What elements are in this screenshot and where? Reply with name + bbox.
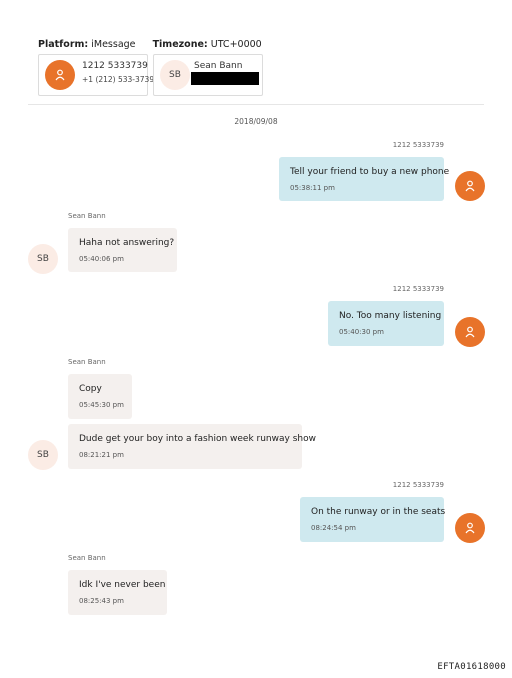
message-time: 05:40:06 pm bbox=[79, 255, 124, 263]
message-text: Idk I've never been bbox=[79, 580, 166, 590]
export-header: Platform: iMessage Timezone: UTC+0000 bbox=[38, 39, 262, 50]
person-icon bbox=[45, 60, 75, 90]
person-icon bbox=[455, 317, 485, 347]
sender-name: Sean Bann bbox=[68, 358, 106, 366]
message-text: Haha not answering? bbox=[79, 238, 175, 248]
platform-value: iMessage bbox=[91, 39, 136, 50]
sender-name: 1212 5333739 bbox=[392, 481, 444, 489]
platform-label: Platform: bbox=[38, 39, 89, 50]
message-text: On the runway or in the seats bbox=[311, 507, 446, 517]
divider bbox=[28, 104, 484, 105]
message-text: No. Too many listening bbox=[339, 311, 442, 321]
avatar: SB bbox=[160, 60, 190, 90]
message-time: 05:38:11 pm bbox=[290, 184, 335, 192]
timezone-label: Timezone: bbox=[152, 39, 208, 50]
message-bubble-incoming: Copy 05:45:30 pm bbox=[68, 374, 132, 419]
message-bubble-incoming: Dude get your boy into a fashion week ru… bbox=[68, 424, 316, 469]
message-text: Dude get your boy into a fashion week ru… bbox=[79, 434, 316, 444]
sender-name: 1212 5333739 bbox=[392, 141, 444, 149]
document-id: EFTA01618000 bbox=[437, 662, 506, 672]
participant-number: +1 (212) 533-3739 bbox=[82, 75, 155, 84]
avatar: SB bbox=[28, 440, 58, 470]
conversation-date: 2018/09/08 bbox=[234, 117, 278, 126]
message-time: 05:45:30 pm bbox=[79, 401, 124, 409]
message-bubble-incoming: Haha not answering? 05:40:06 pm bbox=[68, 228, 177, 272]
message-bubble-incoming: Idk I've never been 08:25:43 pm bbox=[68, 570, 167, 615]
message-time: 05:40:30 pm bbox=[339, 328, 384, 336]
message-time: 08:21:21 pm bbox=[79, 451, 124, 459]
participant-card-2: SB Sean Bann bbox=[153, 54, 263, 96]
message-bubble-outgoing: No. Too many listening 05:40:30 pm bbox=[328, 301, 444, 346]
message-bubble-outgoing: Tell your friend to buy a new phone 05:3… bbox=[279, 157, 449, 201]
sender-name: Sean Bann bbox=[68, 212, 106, 220]
message-bubble-outgoing: On the runway or in the seats 08:24:54 p… bbox=[300, 497, 446, 542]
sender-name: 1212 5333739 bbox=[392, 285, 444, 293]
message-text: Tell your friend to buy a new phone bbox=[290, 167, 450, 177]
redaction-bar bbox=[191, 72, 259, 85]
participant-card-1: 1212 5333739 +1 (212) 533-3739 bbox=[38, 54, 154, 96]
sender-name: Sean Bann bbox=[68, 554, 106, 562]
person-icon bbox=[455, 513, 485, 543]
person-icon bbox=[455, 171, 485, 201]
participant-name: 1212 5333739 bbox=[82, 61, 148, 71]
message-text: Copy bbox=[79, 384, 102, 394]
avatar: SB bbox=[28, 244, 58, 274]
participant-name: Sean Bann bbox=[194, 61, 243, 71]
message-time: 08:24:54 pm bbox=[311, 524, 356, 532]
message-time: 08:25:43 pm bbox=[79, 597, 124, 605]
timezone-value: UTC+0000 bbox=[210, 39, 262, 50]
